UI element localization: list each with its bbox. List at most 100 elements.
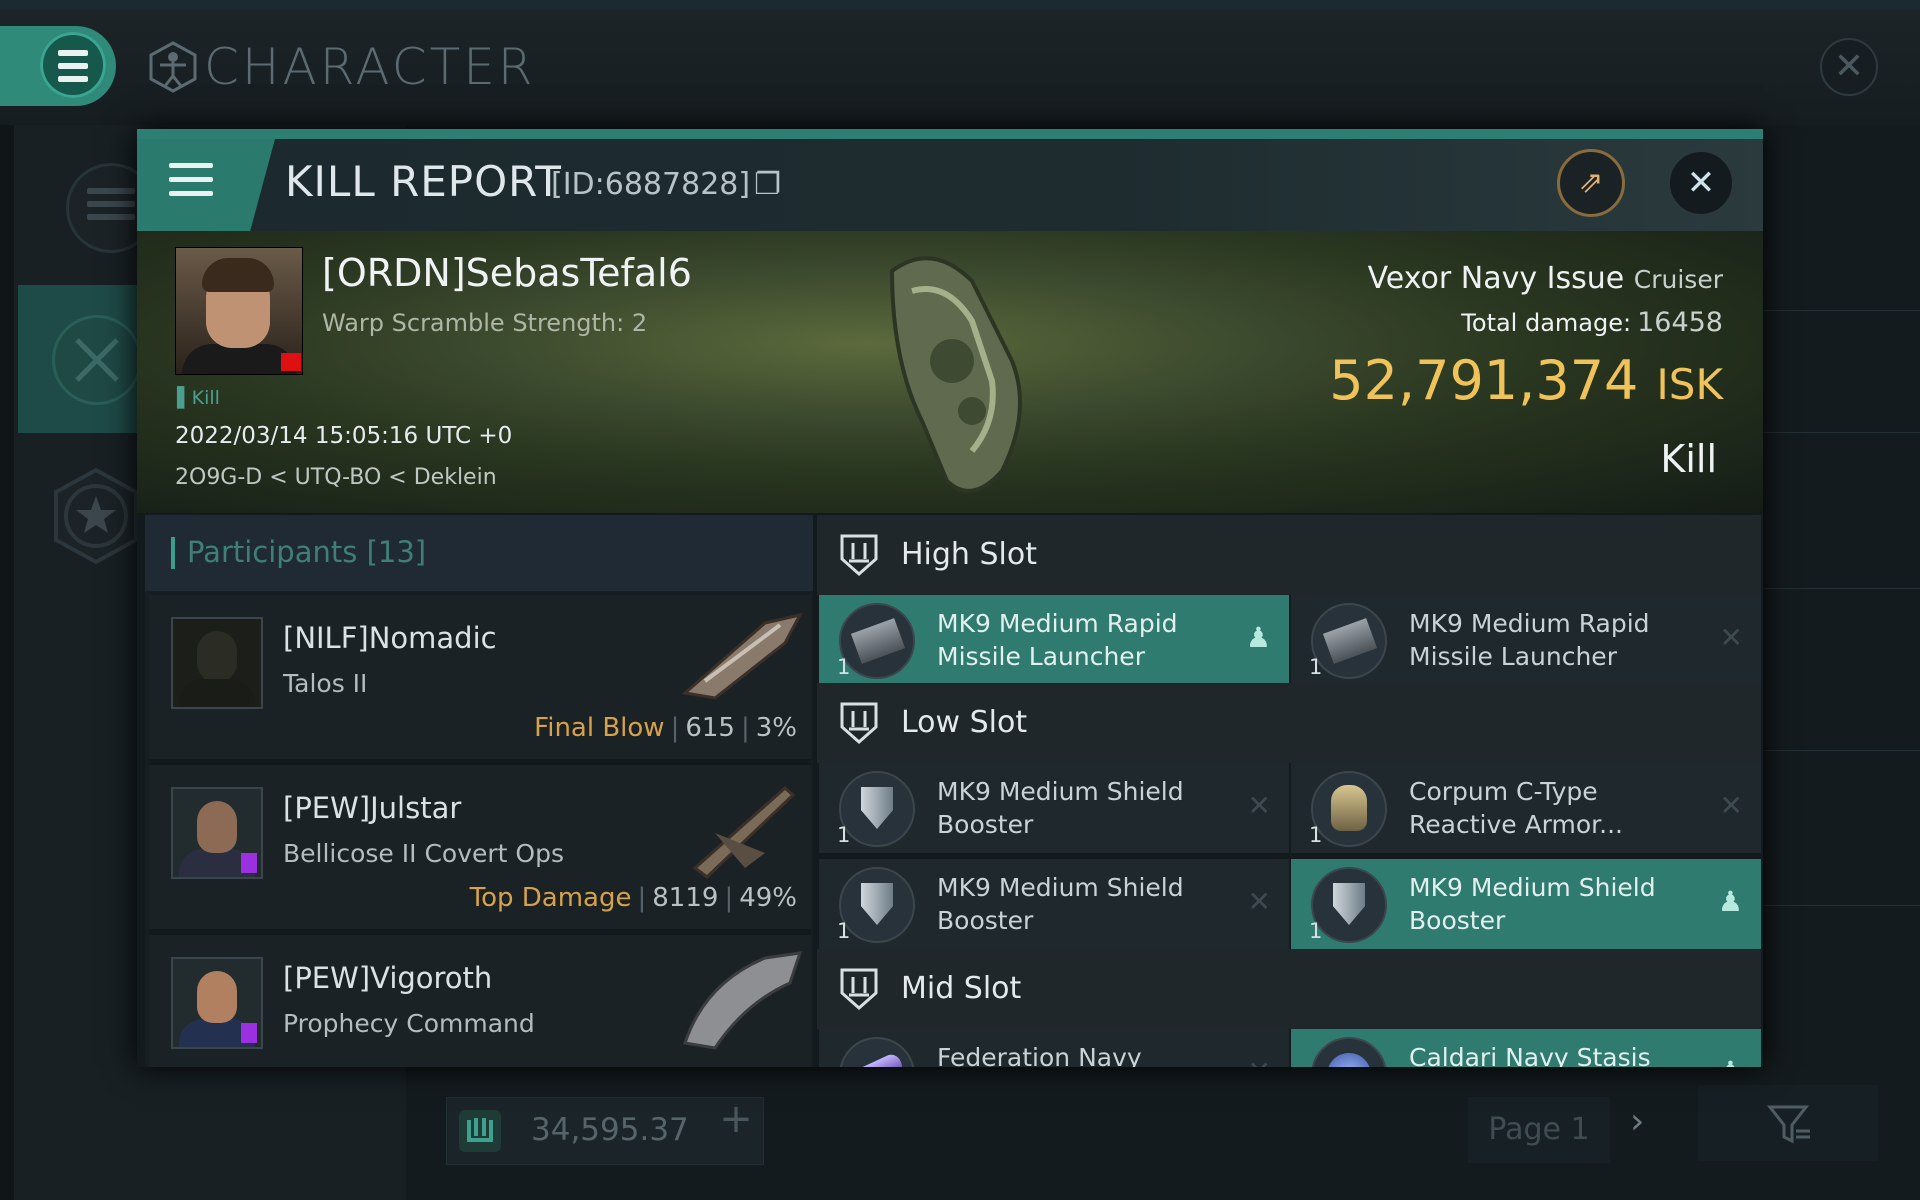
module-name: MK9 Medium Shield Booster [937, 873, 1184, 935]
participant-stats: Final Blow | 615 | 3% [534, 713, 797, 743]
participant-ship: Bellicose II Covert Ops [283, 839, 564, 868]
page-indicator: Page 1 [1468, 1097, 1610, 1163]
kill-tag-text: Kill [191, 387, 220, 409]
share-button[interactable]: ⇗ [1557, 149, 1625, 217]
wallet-icon [459, 1110, 501, 1152]
module-item[interactable]: 1 MK9 Medium Shield Booster ✕ [819, 859, 1289, 949]
top-edge [0, 0, 1920, 10]
fittings-panel: High Slot 1 MK9 Medium Rapid Missile Lau… [817, 515, 1763, 1067]
close-icon: ✕ [1719, 789, 1743, 822]
copy-icon[interactable]: ❐ [754, 167, 781, 202]
module-quantity: 1 [1309, 919, 1323, 943]
swords-icon [52, 315, 142, 405]
module-item[interactable]: 1 MK9 Medium Rapid Missile Launcher ✕ [1291, 595, 1761, 685]
result-label: Kill [1660, 437, 1717, 481]
standing-badge [241, 1023, 257, 1043]
sidebar-item-combat[interactable] [18, 285, 142, 433]
menu-icon [40, 32, 106, 98]
module-name: Federation Navy [937, 1043, 1142, 1067]
window-close-button[interactable]: ✕ [1820, 38, 1878, 96]
warp-scramble-strength: Warp Scramble Strength: 2 [322, 309, 648, 337]
mid-slot-title: Mid Slot [901, 971, 1022, 1006]
participant-name: [PEW]Vigoroth [283, 961, 493, 995]
ship-name: Vexor Navy Issue [1367, 261, 1625, 296]
sensor-damper-icon [839, 1037, 915, 1067]
missile-launcher-icon [839, 603, 915, 679]
participant-row[interactable]: [PEW]Vigoroth Prophecy Command [149, 935, 811, 1067]
participant-name: [PEW]Julstar [283, 791, 462, 825]
module-item[interactable]: 1 MK9 Medium Rapid Missile Launcher ♟ [819, 595, 1289, 685]
module-quantity: 1 [1309, 823, 1323, 847]
module-item[interactable]: 1 MK9 Medium Shield Booster ✕ [819, 763, 1289, 853]
module-item[interactable]: 1 MK9 Medium Shield Booster ♟ [1291, 859, 1761, 949]
close-icon: ✕ [1686, 163, 1716, 203]
filter-icon [1766, 1105, 1810, 1144]
module-item[interactable]: 1 Federation Navy ✕ [819, 1029, 1289, 1067]
ship-render [683, 951, 803, 1050]
participant-row[interactable]: [PEW]Julstar Bellicose II Covert Ops Top… [149, 765, 811, 935]
chevron-right-icon[interactable]: › [1630, 1101, 1644, 1142]
participant-row[interactable]: [NILF]Nomadic Talos II Final Blow | 615 | 3% [149, 595, 811, 765]
high-slot-title: High Slot [901, 537, 1037, 572]
participants-panel: Participants [13] [NILF]Nomadic Talos II… [145, 515, 813, 1067]
add-funds-button[interactable]: + [712, 1097, 760, 1145]
shield-booster-icon [839, 867, 915, 943]
close-button[interactable]: ✕ [1667, 149, 1735, 217]
star-icon[interactable] [50, 466, 142, 566]
wallet-balance: 34,595.37 [531, 1112, 689, 1148]
bottom-toolbar: 34,595.37 + Page 1 › [420, 1085, 1900, 1175]
isk-unit: ISK [1656, 360, 1723, 409]
standing-badge [281, 353, 301, 371]
participant-percent: 49% [739, 883, 797, 913]
ship-render [692, 786, 796, 879]
participant-stats: Top Damage | 8119 | 49% [469, 883, 797, 913]
shield-booster-icon [839, 771, 915, 847]
kill-location[interactable]: 2O9G-D < UTQ-BO < Deklein [175, 465, 497, 490]
slot-icon [840, 702, 878, 745]
close-icon: ✕ [1833, 46, 1865, 87]
kill-datetime: 2022/03/14 15:05:16 UTC +0 [175, 423, 513, 449]
slot-icon [840, 534, 878, 577]
module-name: MK9 Medium Rapid Missile Launcher [937, 609, 1178, 671]
person-icon: ♟ [1245, 621, 1271, 654]
close-icon: ✕ [1719, 621, 1743, 654]
kill-id: [ID:6887828] ❐ [551, 167, 781, 202]
module-name: Caldari Navy Stasis [1409, 1043, 1651, 1067]
kill-report-modal: KILL REPORT [ID:6887828] ❐ ⇗ ✕ [ORDN]Seba… [137, 129, 1763, 1067]
ship-render [681, 612, 803, 700]
participant-avatar [171, 957, 263, 1049]
damage-value: 16458 [1637, 307, 1723, 338]
isk-value: 52,791,374 ISK [1329, 349, 1723, 412]
module-name: MK9 Medium Shield Booster [1409, 873, 1656, 935]
victim-ship[interactable]: Vexor Navy Issue Cruiser [1368, 261, 1723, 296]
stasis-webifier-icon [1311, 1037, 1387, 1067]
victim-name[interactable]: [ORDN]SebasTefal6 [322, 251, 692, 295]
window-title: CHARACTER [204, 38, 536, 96]
low-slot-title: Low Slot [901, 705, 1028, 740]
module-item[interactable]: 1 Caldari Navy Stasis ♟ [1291, 1029, 1761, 1067]
participants-header: Participants [13] [145, 515, 813, 591]
ship-class: Cruiser [1633, 265, 1723, 294]
participant-percent: 3% [755, 713, 797, 743]
ship-render[interactable] [852, 241, 1052, 505]
final-blow-label: Final Blow [534, 713, 665, 743]
total-damage: Total damage: 16458 [1461, 307, 1723, 338]
modal-title: KILL REPORT [285, 157, 562, 206]
top-damage-label: Top Damage [469, 883, 632, 913]
module-name: MK9 Medium Shield Booster [937, 777, 1184, 839]
module-item[interactable]: 1 Corpum C-Type Reactive Armor... ✕ [1291, 763, 1761, 853]
armor-hardener-icon [1311, 771, 1387, 847]
victim-banner: [ORDN]SebasTefal6 Warp Scramble Strength… [137, 231, 1763, 513]
missile-launcher-icon [1311, 603, 1387, 679]
mid-slot-header: Mid Slot [817, 949, 1761, 1029]
share-icon: ⇗ [1578, 165, 1604, 200]
participant-damage: 8119 [652, 883, 719, 913]
close-icon: ✕ [1247, 885, 1271, 918]
main-menu-button[interactable] [0, 26, 116, 106]
participant-ship: Prophecy Command [283, 1009, 535, 1038]
filter-button[interactable] [1698, 1085, 1878, 1161]
menu-icon [169, 163, 213, 205]
participant-ship: Talos II [283, 669, 368, 698]
module-quantity: 1 [837, 919, 851, 943]
module-quantity: 1 [837, 655, 851, 679]
